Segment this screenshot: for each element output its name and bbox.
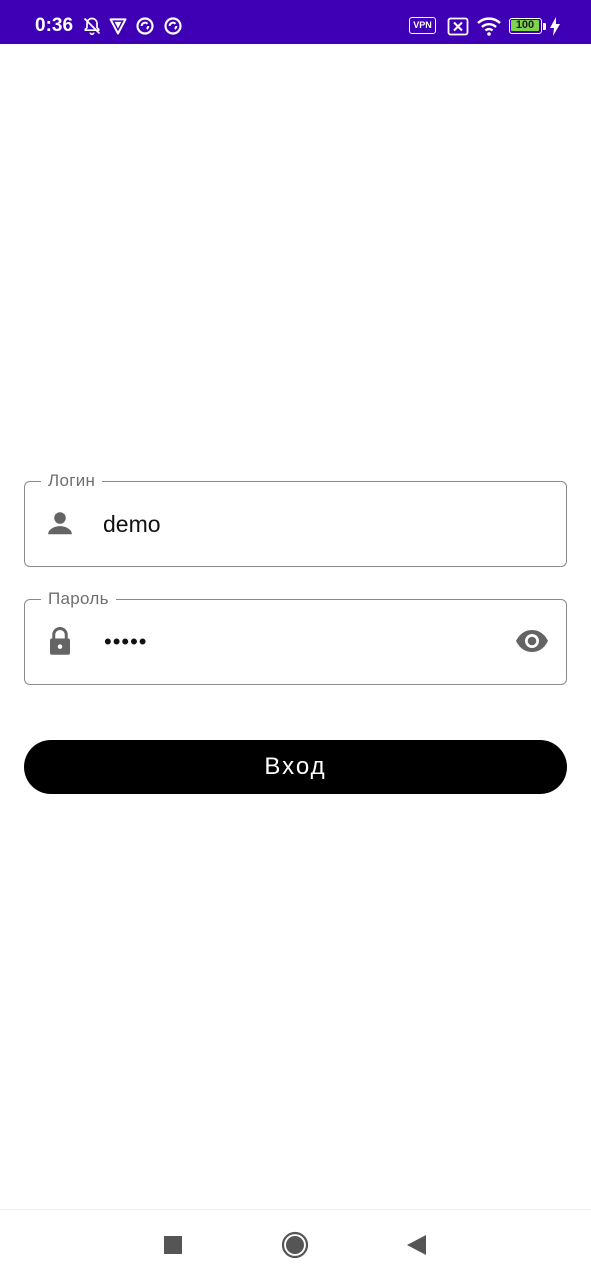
lock-icon (50, 627, 70, 655)
login-field-label: Логин (41, 470, 103, 492)
no-sim-icon (447, 17, 469, 36)
battery-icon: 100 (509, 18, 542, 34)
login-button[interactable]: Вход (24, 740, 567, 794)
password-field[interactable]: Пароль ••••• (24, 588, 567, 685)
status-bar: 0:36 VPN 100 (0, 0, 591, 44)
recents-button[interactable] (158, 1230, 188, 1260)
bell-off-icon (83, 17, 101, 36)
sync-icon (136, 17, 154, 35)
password-field-label: Пароль (41, 588, 116, 610)
home-button[interactable] (280, 1230, 310, 1260)
person-icon (48, 512, 72, 535)
wifi-icon (477, 17, 501, 36)
vpn-icon: VPN (409, 17, 436, 34)
login-field[interactable]: Логин demo (24, 470, 567, 567)
password-input[interactable]: ••••• (104, 627, 148, 657)
status-time: 0:36 (35, 15, 74, 36)
sync-icon (164, 17, 182, 35)
shield-icon (109, 18, 127, 35)
login-input[interactable]: demo (103, 509, 161, 539)
navigation-bar (0, 1209, 591, 1280)
battery-tip (543, 23, 546, 30)
battery-level: 100 (515, 19, 535, 31)
back-button[interactable] (402, 1230, 432, 1260)
charging-icon (550, 17, 560, 36)
eye-icon[interactable] (514, 626, 550, 656)
